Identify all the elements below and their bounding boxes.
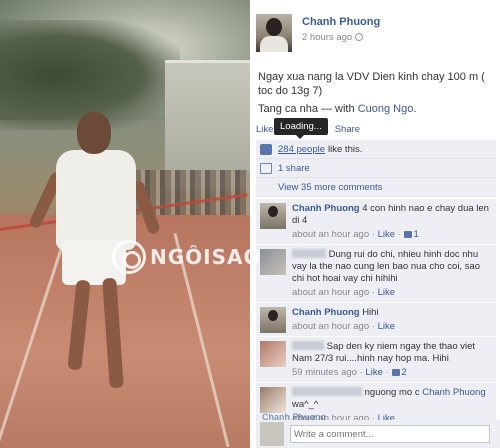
comment-composer [256, 420, 500, 448]
commenter-name[interactable]: Chanh Phuong [292, 203, 360, 214]
thumbs-up-icon [404, 231, 413, 238]
commenter-avatar[interactable] [260, 203, 286, 229]
comment-text: wa^_^ [292, 399, 319, 410]
comment-time[interactable]: about an hour ago [292, 287, 369, 298]
post-text-line1: Ngay xua nang la VDV Dien kinh chay 100 … [258, 71, 485, 97]
comment-item: Sap den ky niem ngay the thao viet Nam 2… [256, 337, 496, 383]
post-text-line2: Tang ca nha — with Cuong Ngo. [258, 102, 494, 116]
runner-head [77, 112, 111, 154]
comment-time[interactable]: 59 minutes ago [292, 367, 357, 378]
comment-time[interactable]: about an hour ago [292, 321, 369, 332]
likes-row: 284 people like this. [256, 140, 496, 159]
likes-suffix: like this. [328, 143, 363, 155]
comment-like-count[interactable]: 2 [401, 367, 406, 378]
comment-like-button[interactable]: Like [378, 321, 395, 332]
loading-tooltip: Loading... [274, 118, 328, 139]
post-text-prefix: Tang ca nha — with [258, 103, 355, 115]
comment-text-prefix: nguong mo c [364, 387, 420, 398]
commenter-avatar[interactable] [260, 307, 286, 333]
share-button[interactable]: Share [335, 124, 360, 135]
shares-row: 1 share [256, 159, 496, 178]
comment-body: Sap den ky niem ngay the thao viet Nam 2… [292, 341, 492, 379]
commenter-name[interactable]: Chanh Phuong [292, 307, 360, 318]
post-header: Chanh Phuong 2 hours ago [256, 14, 380, 52]
post-time-row: 2 hours ago [302, 32, 380, 43]
commenter-avatar[interactable] [260, 341, 286, 367]
post-meta: Chanh Phuong 2 hours ago [302, 14, 380, 52]
post-text: Ngay xua nang la VDV Dien kinh chay 100 … [258, 70, 494, 120]
author-avatar[interactable] [256, 14, 292, 52]
write-comment-input[interactable] [290, 425, 490, 443]
view-more-comments-link[interactable]: View 35 more comments [278, 182, 382, 193]
blurred-commenter-name [292, 387, 362, 396]
share-icon [260, 162, 272, 174]
mentioned-user-link[interactable]: Chanh Phuong [422, 387, 485, 398]
post-panel: Chanh Phuong 2 hours ago Ngay xua nang l… [250, 0, 500, 448]
comment-item: Chanh Phuong Hihi about an hour ago · Li… [256, 303, 496, 337]
post-photo[interactable] [0, 0, 250, 448]
shares-link[interactable]: 1 share [278, 163, 310, 174]
comment-body: Dung rui do chi, nhieu hinh doc nhu vay … [292, 249, 492, 299]
comment-footer: about an hour ago · Like [292, 287, 396, 298]
comment-body: Chanh Phuong 4 con hinh nao e chay dua l… [292, 203, 492, 241]
globe-icon [355, 33, 364, 41]
likes-link[interactable]: 284 people [278, 144, 325, 155]
like-button[interactable]: Like [256, 124, 273, 135]
comment-like-count[interactable]: 1 [413, 229, 418, 240]
comment-footer: about an hour ago · Like [292, 321, 396, 332]
view-comments-row[interactable]: View 35 more comments [256, 178, 496, 392]
post-author[interactable]: Chanh Phuong [302, 16, 380, 28]
viewer-avatar [260, 422, 284, 446]
post-time[interactable]: 2 hours ago [302, 32, 352, 43]
blurred-commenter-name [292, 341, 324, 350]
comment-like-button[interactable]: Like [378, 287, 395, 298]
watermark-logo-icon [112, 240, 146, 274]
comment-footer: about an hour ago · Like · 1 [292, 229, 419, 240]
post-text-suffix: . [413, 103, 417, 115]
comment-footer: 59 minutes ago · Like · 2 [292, 367, 407, 378]
comment-text: Hihi [362, 307, 379, 318]
watermark: NGÔISAO [112, 232, 312, 282]
comment-body: Chanh Phuong Hihi about an hour ago · Li… [292, 307, 492, 333]
tagged-user-link[interactable]: Cuong Ngo [358, 103, 414, 115]
thumbs-up-icon [392, 369, 401, 376]
thumbs-up-icon [260, 143, 272, 155]
comment-like-button[interactable]: Like [365, 367, 382, 378]
commenter-avatar[interactable] [260, 387, 286, 413]
watermark-text: NGÔISAO [150, 245, 262, 269]
comment-like-button[interactable]: Like [378, 229, 395, 240]
ufi-box: 284 people like this. 1 share View 35 mo… [256, 140, 496, 392]
